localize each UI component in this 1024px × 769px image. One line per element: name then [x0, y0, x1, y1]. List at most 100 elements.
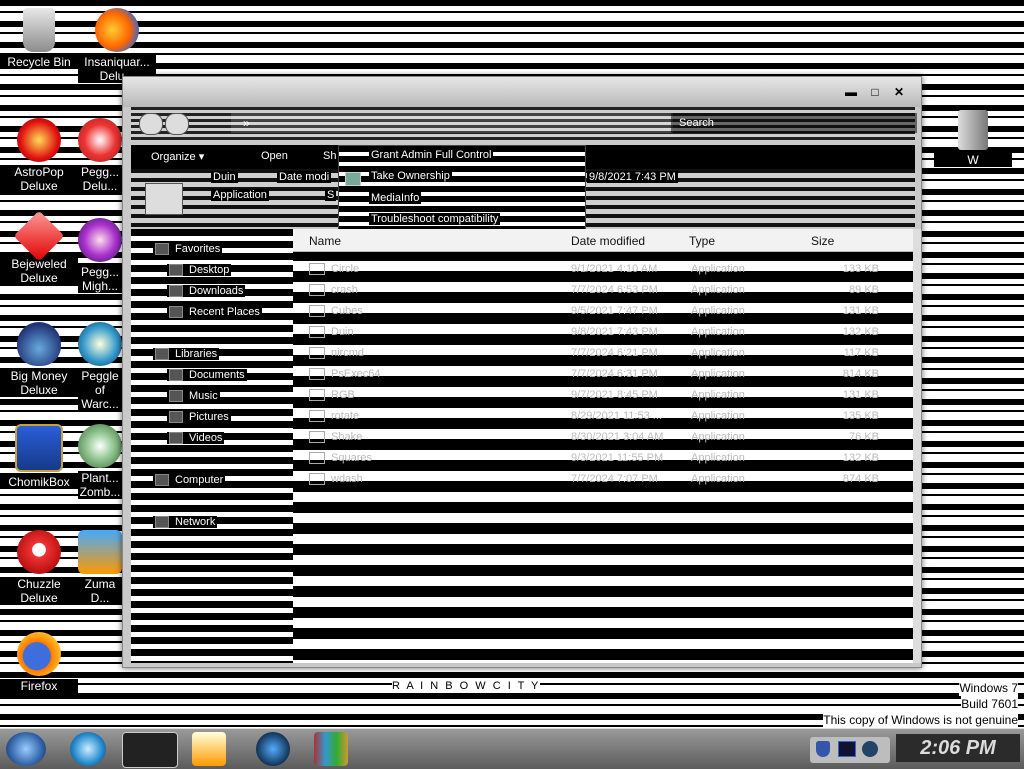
desktop-icon: [169, 264, 183, 277]
file-name: nircmd: [331, 347, 365, 359]
maximize-button[interactable]: □: [867, 85, 883, 99]
forward-button[interactable]: [165, 113, 189, 135]
shield-icon[interactable]: [816, 741, 830, 757]
file-size-cell: 874 KB: [842, 473, 879, 485]
desktop-icon-plants-zombies[interactable]: Plant... Zomb...: [78, 424, 122, 499]
taskbar: [0, 728, 1024, 769]
open-button[interactable]: Open: [261, 150, 288, 162]
application-file-icon: [309, 347, 325, 360]
file-row[interactable]: RGB 9/7/2021 8:45 PM Application 131 KB: [293, 385, 913, 406]
file-date-cell: 9/8/2021 7:43 PM: [571, 326, 658, 338]
file-row[interactable]: Shake 8/30/2021 3:04 AM Application 76 KB: [293, 427, 913, 448]
chomikbox-icon: [15, 424, 63, 472]
file-size-cell: 132 KB: [842, 452, 879, 464]
nav-recent-places[interactable]: Recent Places: [167, 306, 262, 319]
back-button[interactable]: [139, 113, 163, 135]
explorer-window[interactable]: ▬ □ ✕ » Search Organize ▾ Open Sh Duin A…: [122, 76, 922, 668]
desktop-icon-firefox[interactable]: Firefox: [0, 632, 78, 693]
column-header-type[interactable]: Type: [689, 234, 715, 248]
file-row[interactable]: Cubes 9/5/2021 7:47 PM Application 131 KB: [293, 301, 913, 322]
nav-desktop[interactable]: Desktop: [167, 264, 232, 277]
file-row[interactable]: nircmd 7/7/2024 6:21 PM Application 117 KB: [293, 343, 913, 364]
explorer-window-icon[interactable]: [122, 732, 178, 768]
desktop-icon-peggle-warcraft[interactable]: Peggle of Warc...: [78, 322, 122, 411]
file-thumbnail-icon: [145, 183, 183, 215]
nav-computer[interactable]: Computer: [153, 474, 226, 487]
details-file-type: Application: [211, 189, 269, 201]
menu-item-grant-admin[interactable]: Grant Admin Full Control: [369, 149, 494, 161]
file-row[interactable]: wdash 7/7/2024 7:07 PM Application 874 KB: [293, 469, 913, 490]
nav-music[interactable]: Music: [167, 390, 220, 403]
nav-downloads[interactable]: Downloads: [167, 285, 246, 298]
column-header-size[interactable]: Size: [811, 234, 834, 248]
column-header-date[interactable]: Date modified: [571, 234, 645, 248]
file-type-cell: Application: [691, 473, 745, 485]
peggle-warcraft-icon: [78, 322, 122, 366]
file-size-cell: 133 KB: [842, 263, 879, 275]
column-header-name[interactable]: Name: [309, 234, 341, 248]
file-name-cell: Shake: [309, 431, 362, 444]
nav-pictures[interactable]: Pictures: [167, 411, 231, 424]
file-name-cell: crash: [309, 284, 358, 297]
firefox-icon: [17, 632, 61, 676]
desktop-icon-big-money[interactable]: Big Money Deluxe: [0, 322, 78, 397]
file-type-cell: Application: [691, 263, 745, 275]
menu-item-take-ownership[interactable]: Take Ownership: [369, 170, 452, 182]
context-menu[interactable]: Grant Admin Full Control Take Ownership …: [338, 145, 586, 231]
music-icon: [169, 390, 183, 403]
desktop-icon-archive[interactable]: W: [934, 110, 1012, 167]
file-row[interactable]: PsExec64 7/7/2024 6:31 PM Application 814 K…: [293, 364, 913, 385]
nav-network[interactable]: Network: [153, 516, 218, 529]
file-name: RGB: [331, 389, 355, 401]
recent-places-icon: [169, 306, 183, 319]
internet-explorer-icon[interactable]: [70, 732, 106, 766]
star-icon: [155, 243, 169, 256]
desktop-icon-label: Firefox: [0, 679, 78, 693]
desktop-icon-chuzzle[interactable]: Chuzzle Deluxe: [0, 530, 78, 605]
file-name-cell: Circle: [309, 263, 360, 276]
watermark-line-1: Windows 7: [959, 680, 1018, 696]
volume-icon[interactable]: [862, 741, 878, 757]
media-player-icon[interactable]: [192, 732, 226, 766]
nav-libraries[interactable]: Libraries: [153, 348, 220, 361]
desktop-icon-chomikbox[interactable]: ChomikBox: [0, 424, 78, 489]
nav-favorites[interactable]: Favorites: [153, 243, 223, 256]
file-date-cell: 8/29/2021 11:53 ...: [571, 410, 662, 422]
desktop-icon-peggle-nights[interactable]: Pegg... Migh...: [78, 218, 122, 293]
search-input[interactable]: Search: [671, 113, 917, 133]
taskbar-clock[interactable]: 2:06 PM: [896, 734, 1020, 762]
minimize-button[interactable]: ▬: [843, 85, 859, 99]
file-row[interactable]: Circle 9/1/2021 4:10 AM Application 133 KB: [293, 259, 913, 280]
file-row[interactable]: crash 7/7/2024 6:53 PM Application 89 KB: [293, 280, 913, 301]
monitor-icon[interactable]: [838, 741, 856, 757]
desktop-icon-peggle[interactable]: Pegg... Delu...: [78, 118, 122, 193]
menu-item-troubleshoot[interactable]: Troubleshoot compatibility: [369, 213, 501, 225]
file-type-cell: Application: [691, 389, 745, 401]
nav-videos[interactable]: Videos: [167, 432, 225, 445]
vertical-scrollbar[interactable]: [913, 229, 921, 663]
desktop-icon-bejeweled[interactable]: Bejeweled Deluxe: [0, 210, 78, 285]
file-row[interactable]: rotate 8/29/2021 11:53 ... Application 135 …: [293, 406, 913, 427]
application-file-icon: [309, 473, 325, 486]
desktop-icon-astropop[interactable]: AstroPop Deluxe: [0, 118, 78, 193]
share-button[interactable]: Sh: [323, 150, 336, 162]
globe-icon[interactable]: [256, 732, 290, 766]
menu-item-mediainfo[interactable]: MediaInfo: [369, 192, 422, 204]
file-date-cell: 7/7/2024 7:07 PM: [571, 473, 658, 485]
file-row[interactable]: Squares 9/3/2021 11:55 PM Application 132 K…: [293, 448, 913, 469]
file-row[interactable]: Duin 9/8/2021 7:43 PM Application 132 KB: [293, 322, 913, 343]
close-button[interactable]: ✕: [891, 85, 907, 99]
window-titlebar[interactable]: ▬ □ ✕: [123, 77, 921, 107]
address-bar[interactable]: »: [231, 113, 673, 133]
desktop-icon-zuma[interactable]: Zuma D...: [78, 530, 122, 605]
nav-documents[interactable]: Documents: [167, 369, 247, 382]
organize-button[interactable]: Organize ▾: [151, 150, 204, 163]
file-name: Circle: [331, 263, 360, 275]
winrar-icon[interactable]: [314, 732, 348, 766]
start-orb-icon[interactable]: [6, 732, 46, 766]
desktop-icon-insaniquarium[interactable]: Insaniquar... Delu...: [78, 8, 156, 83]
documents-icon: [169, 369, 183, 382]
desktop-icon-recycle-bin[interactable]: Recycle Bin: [0, 8, 78, 69]
rainbowcity-banner: R A I N B O W C I T Y: [392, 680, 541, 692]
videos-icon: [169, 432, 183, 445]
